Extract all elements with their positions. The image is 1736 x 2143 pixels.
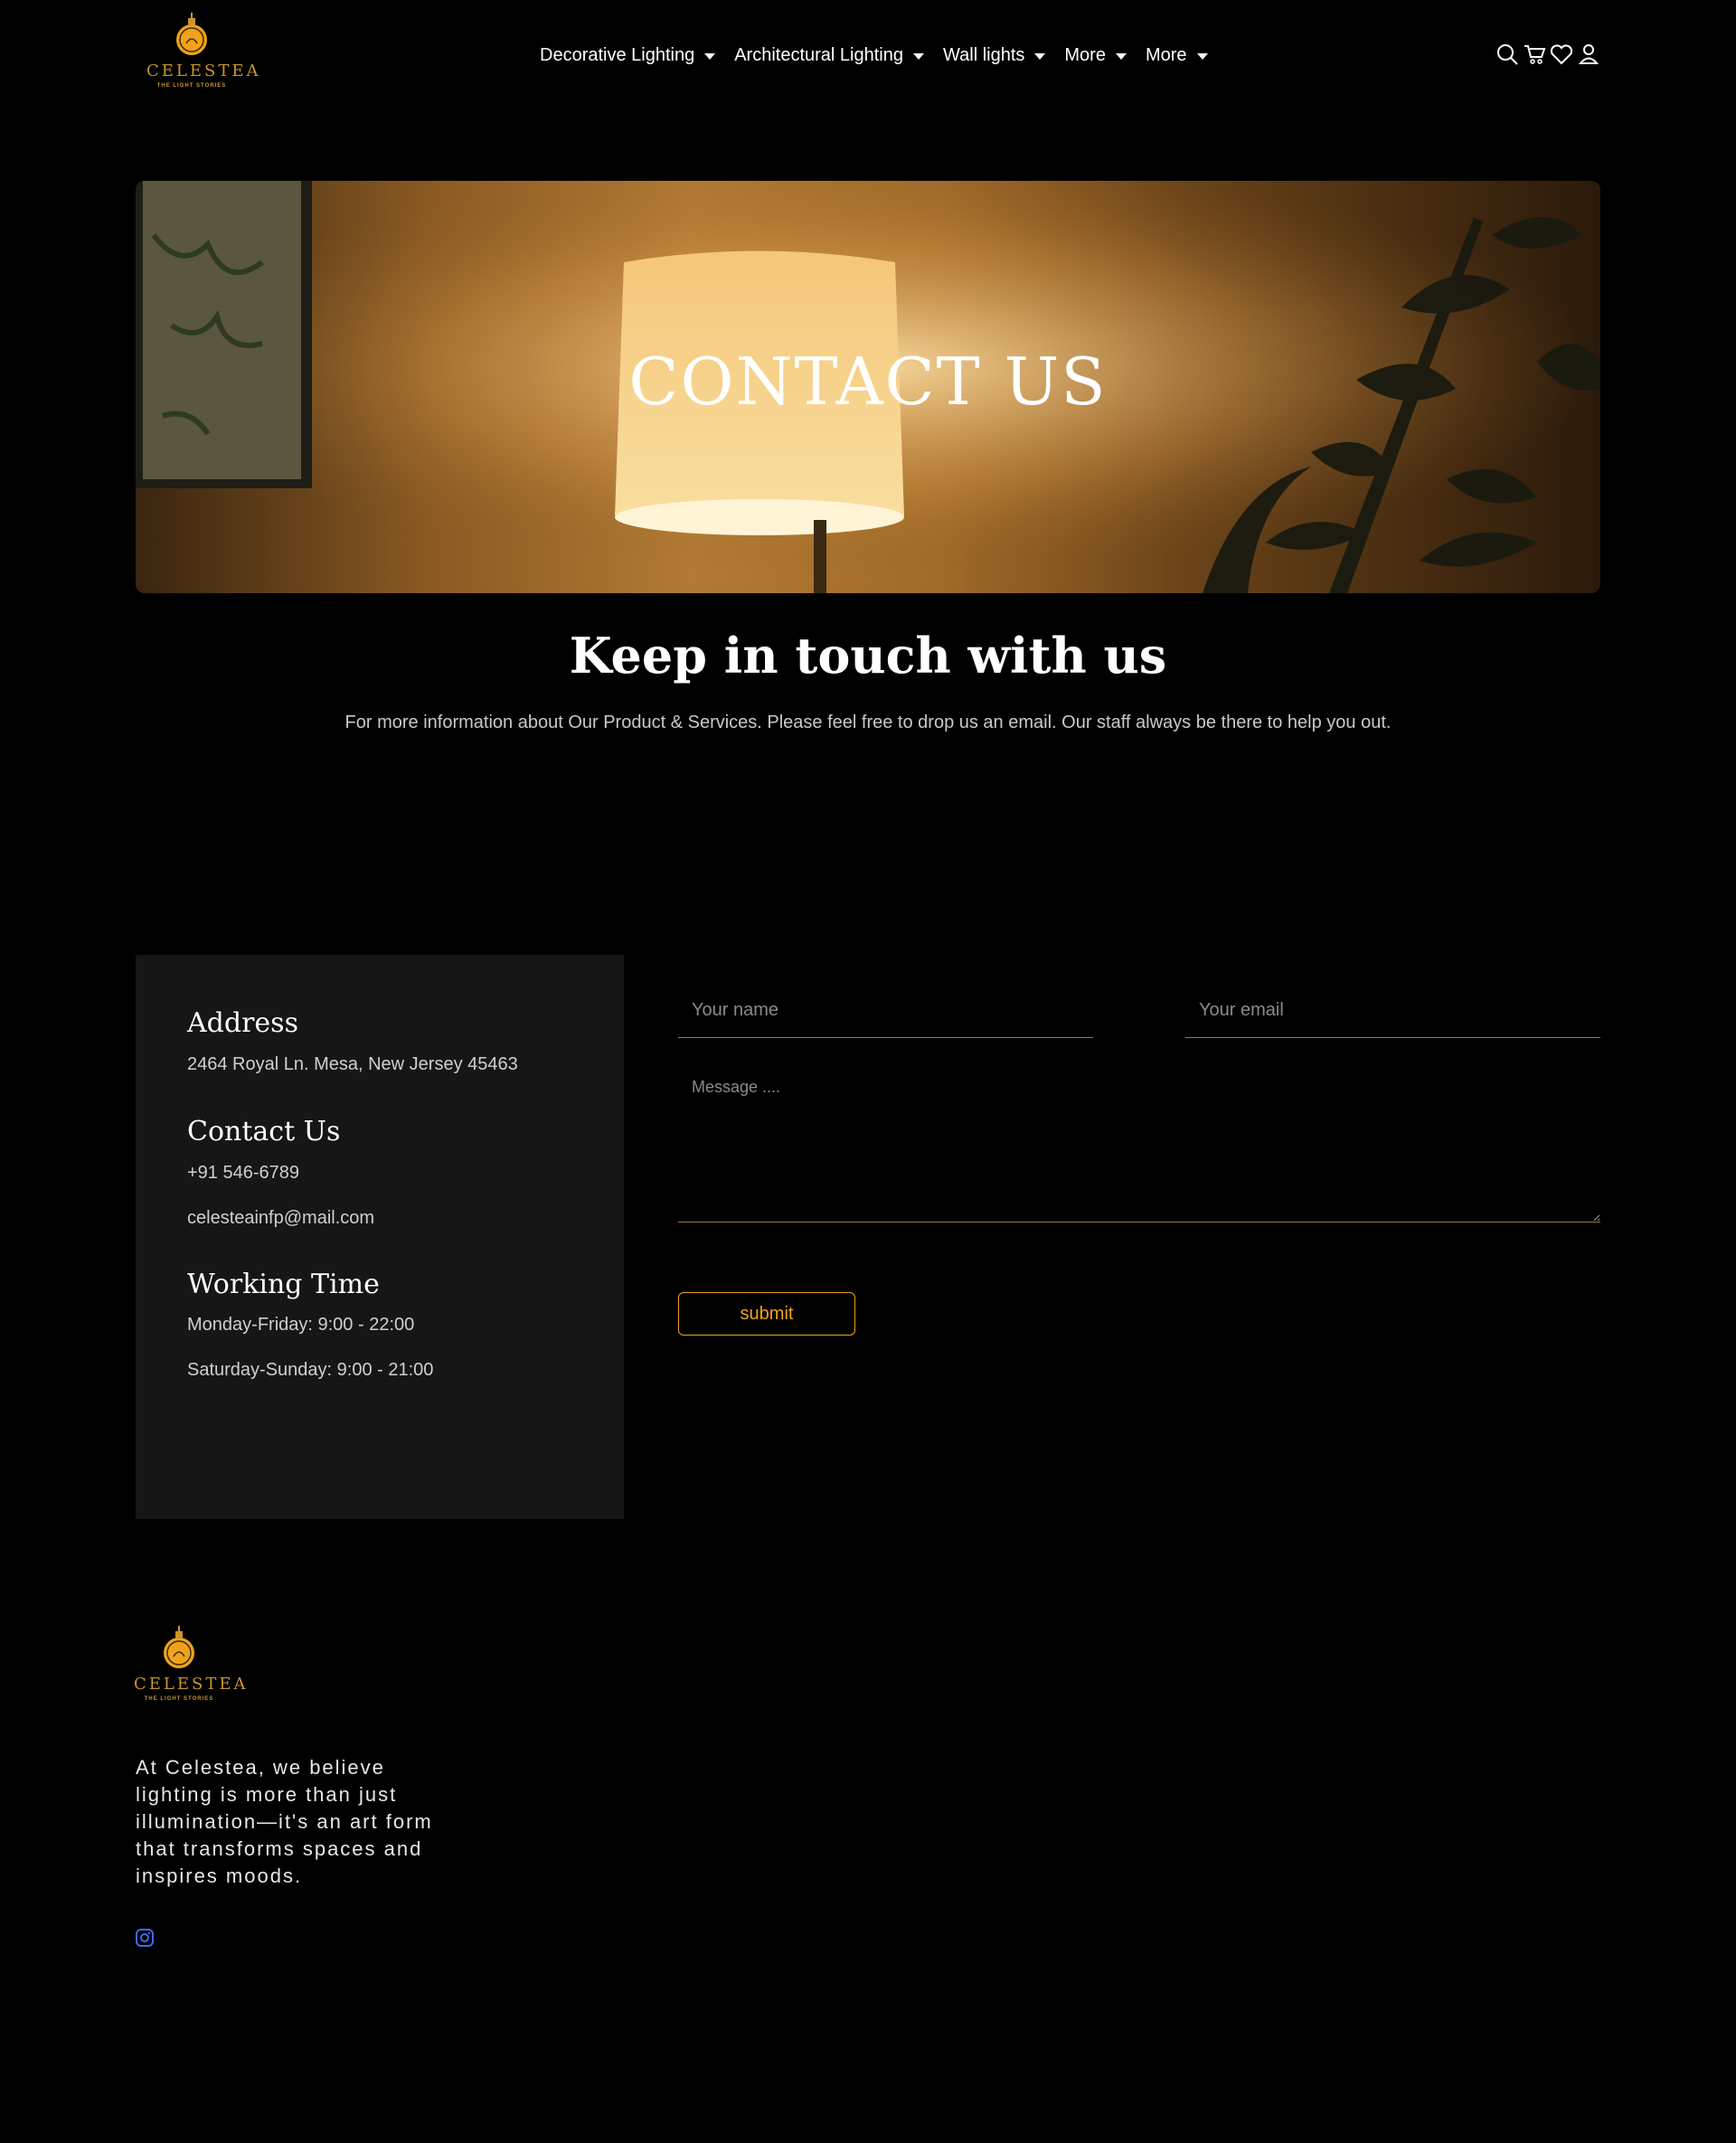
footer-logo[interactable]: CELESTEA THE LIGHT STORIES bbox=[134, 1626, 249, 1709]
submit-button[interactable]: submit bbox=[678, 1292, 855, 1336]
menu-label: More bbox=[1064, 44, 1106, 65]
intro-title: Keep in touch with us bbox=[569, 627, 1167, 684]
menu-wall-lights[interactable]: Wall lights bbox=[943, 42, 1046, 69]
email-input[interactable] bbox=[1185, 984, 1600, 1038]
bulb-icon bbox=[176, 13, 207, 55]
menu-label: Architectural Lighting bbox=[734, 44, 903, 65]
email-text[interactable]: celesteainfp@mail.com bbox=[187, 1208, 374, 1229]
caret-down-icon bbox=[1034, 52, 1046, 60]
bulb-icon bbox=[164, 1626, 194, 1668]
menu-label: Decorative Lighting bbox=[540, 44, 695, 65]
instagram-icon[interactable] bbox=[136, 1929, 154, 1947]
caret-down-icon bbox=[913, 52, 924, 60]
nav-icons bbox=[1495, 42, 1600, 66]
cart-icon[interactable] bbox=[1523, 42, 1546, 66]
user-icon[interactable] bbox=[1577, 42, 1600, 66]
hours-weekend: Saturday-Sunday: 9:00 - 21:00 bbox=[187, 1360, 434, 1380]
brand-tagline: THE LIGHT STORIES bbox=[156, 83, 227, 89]
message-textarea[interactable] bbox=[678, 1067, 1600, 1223]
hero-title: CONTACT US bbox=[628, 344, 1108, 420]
contact-heading: Contact Us bbox=[187, 1116, 341, 1147]
top-navbar: CELESTEA THE LIGHT STORIES Decorative Li… bbox=[0, 0, 1736, 110]
menu-more-2[interactable]: More bbox=[1146, 42, 1208, 69]
phone-text[interactable]: +91 546-6789 bbox=[187, 1163, 299, 1184]
brand-name: CELESTEA bbox=[146, 61, 261, 80]
menu-label: More bbox=[1145, 44, 1187, 65]
hours-heading: Working Time bbox=[187, 1269, 380, 1300]
menu-architectural-lighting[interactable]: Architectural Lighting bbox=[734, 42, 924, 69]
caret-down-icon bbox=[1115, 52, 1127, 60]
brand-tagline: THE LIGHT STORIES bbox=[144, 1696, 214, 1702]
intro-text: For more information about Our Product &… bbox=[344, 713, 1392, 732]
brand-name: CELESTEA bbox=[134, 1675, 249, 1694]
search-icon[interactable] bbox=[1495, 42, 1519, 66]
menu-decorative-lighting[interactable]: Decorative Lighting bbox=[540, 42, 716, 69]
caret-down-icon bbox=[1196, 52, 1208, 60]
caret-down-icon bbox=[704, 52, 716, 60]
brand-logo[interactable]: CELESTEA THE LIGHT STORIES bbox=[146, 13, 261, 96]
footer-about-text: At Celestea, we believe lighting is more… bbox=[136, 1756, 433, 1887]
contact-info-card: Address 2464 Royal Ln. Mesa, New Jersey … bbox=[136, 955, 624, 1519]
heart-icon[interactable] bbox=[1550, 42, 1573, 66]
menu-more-1[interactable]: More bbox=[1064, 42, 1127, 69]
address-text: 2464 Royal Ln. Mesa, New Jersey 45463 bbox=[187, 1054, 518, 1074]
name-input[interactable] bbox=[678, 984, 1093, 1038]
address-heading: Address bbox=[187, 1007, 298, 1039]
hours-weekdays: Monday-Friday: 9:00 - 22:00 bbox=[187, 1315, 415, 1335]
main-menu: Decorative Lighting Architectural Lighti… bbox=[540, 42, 1227, 69]
menu-label: Wall lights bbox=[943, 44, 1025, 65]
hero-banner: CONTACT US bbox=[136, 181, 1600, 593]
